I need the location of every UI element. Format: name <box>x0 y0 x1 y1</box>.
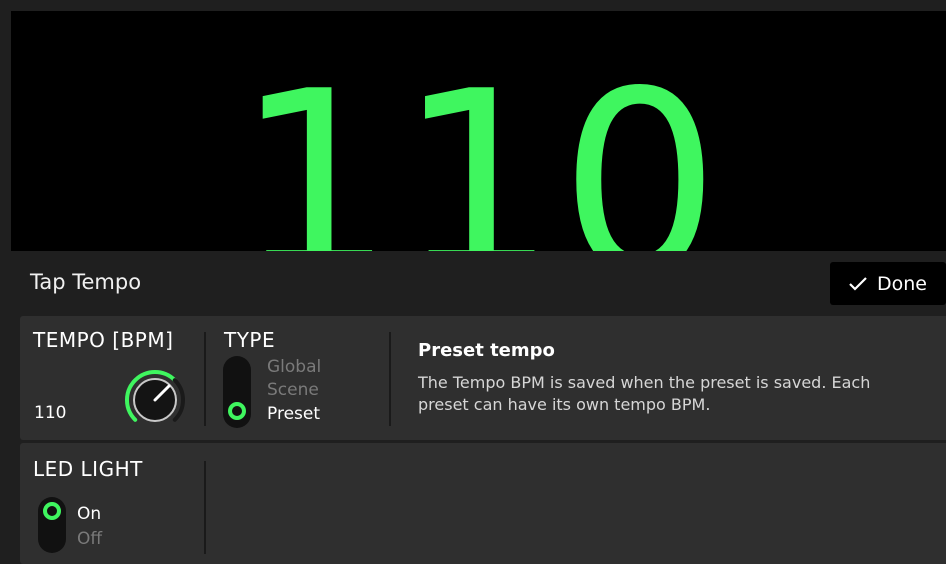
tempo-settings-panel: TEMPO [BPM] 110 TYPE Global Scene Preset… <box>20 316 946 440</box>
tempo-display: 110 <box>11 11 946 251</box>
tempo-value: 110 <box>34 403 67 423</box>
info-body: The Tempo BPM is saved when the preset i… <box>418 373 871 414</box>
bpm-readout: 110 <box>235 38 722 252</box>
check-icon <box>849 276 867 291</box>
tempo-section-title: TEMPO [BPM] <box>33 328 174 352</box>
tempo-knob[interactable] <box>115 360 195 440</box>
type-switch-indicator <box>228 402 246 420</box>
led-switch[interactable] <box>38 497 66 553</box>
done-button[interactable]: Done <box>830 262 946 305</box>
type-switch[interactable] <box>223 356 251 428</box>
page-title: Tap Tempo <box>30 270 142 294</box>
divider <box>204 332 206 426</box>
type-option-scene[interactable]: Scene <box>267 380 319 400</box>
led-option-off[interactable]: Off <box>77 529 102 549</box>
done-label: Done <box>877 272 927 295</box>
type-option-global[interactable]: Global <box>267 357 321 377</box>
led-settings-panel: LED LIGHT On Off <box>20 443 946 564</box>
led-switch-indicator <box>43 502 61 520</box>
type-section-title: TYPE <box>224 328 276 352</box>
info-title: Preset tempo <box>418 340 555 361</box>
led-section-title: LED LIGHT <box>33 457 143 481</box>
led-option-on[interactable]: On <box>77 504 101 524</box>
type-option-preset[interactable]: Preset <box>267 404 320 424</box>
divider <box>389 332 391 426</box>
divider <box>204 461 206 554</box>
